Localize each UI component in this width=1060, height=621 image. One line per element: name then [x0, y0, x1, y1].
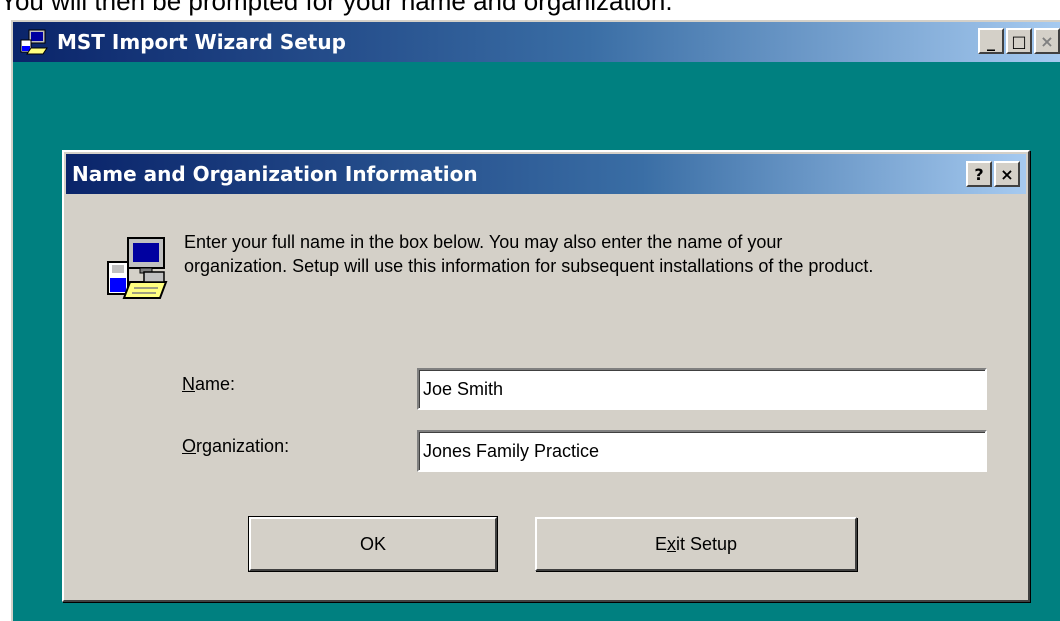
intro-line-2: organization. Setup will use this inform…	[184, 256, 874, 276]
name-label-accelerator: N	[182, 374, 195, 394]
close-icon: ×	[1040, 31, 1054, 51]
dialog-title: Name and Organization Information	[72, 162, 478, 186]
intro-line-1: Enter your full name in the box below. Y…	[184, 232, 783, 252]
name-organization-dialog: Name and Organization Information ? × En…	[62, 150, 1030, 602]
close-button[interactable]: ×	[1034, 28, 1060, 54]
ok-button[interactable]: OK	[248, 516, 498, 572]
exit-label-post: it Setup	[675, 533, 738, 554]
dialog-titlebar[interactable]: Name and Organization Information ? ×	[66, 154, 1026, 194]
exit-label-accelerator: x	[666, 533, 676, 554]
name-label: Name:	[182, 374, 235, 395]
name-field[interactable]	[417, 368, 987, 410]
document-caption: You will then be prompted for your name …	[0, 0, 673, 16]
minimize-button[interactable]: _	[978, 28, 1004, 54]
name-label-text: ame:	[195, 374, 236, 394]
organization-label-accelerator: O	[182, 436, 197, 456]
ok-button-label: OK	[359, 533, 386, 554]
organization-label: Organization:	[182, 436, 289, 457]
exit-label-pre: E	[654, 533, 667, 554]
setup-window-title: MST Import Wizard Setup	[57, 30, 346, 54]
organization-label-text: rganization:	[196, 436, 290, 456]
organization-field[interactable]	[417, 430, 987, 472]
help-icon: ?	[974, 164, 984, 184]
close-icon: ×	[1000, 164, 1014, 184]
dialog-close-button[interactable]: ×	[994, 161, 1020, 187]
minimize-icon: _	[987, 31, 995, 51]
window-controls: _ □ ×	[978, 28, 1060, 54]
maximize-icon: □	[1011, 31, 1027, 51]
maximize-button[interactable]: □	[1006, 28, 1032, 54]
computer-setup-icon	[107, 237, 168, 299]
dialog-controls: ? ×	[966, 161, 1020, 187]
intro-text: Enter your full name in the box below. Y…	[184, 230, 1004, 278]
help-button[interactable]: ?	[966, 161, 992, 187]
setup-computer-icon	[20, 29, 48, 55]
exit-setup-button[interactable]: Exit Setup	[535, 517, 857, 571]
setup-window: MST Import Wizard Setup _ □ × Name and O…	[11, 20, 1060, 621]
setup-window-titlebar[interactable]: MST Import Wizard Setup _ □ ×	[13, 22, 1060, 62]
exit-setup-label: Exit Setup	[655, 534, 737, 555]
